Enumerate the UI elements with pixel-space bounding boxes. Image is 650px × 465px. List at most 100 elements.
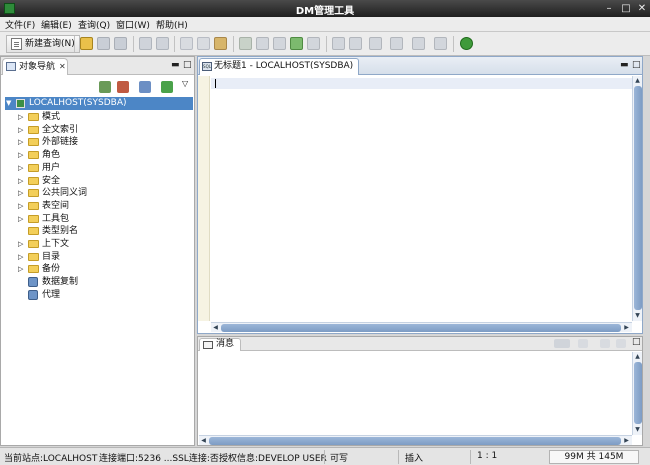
scroll-thumb[interactable] [209,437,621,445]
memory-indicator[interactable]: 99M 共 145M [549,450,639,464]
scroll-down-icon[interactable]: ▼ [633,311,642,320]
scroll-left-icon[interactable]: ◀ [211,323,220,332]
expand-icon[interactable]: ▷ [18,111,23,123]
expand-icon[interactable]: ▷ [18,238,23,250]
editor-vertical-scrollbar[interactable]: ▲ ▼ [632,76,642,321]
scroll-thumb[interactable] [221,324,621,332]
sql-text-area[interactable] [211,77,632,321]
scroll-thumb[interactable] [634,86,642,310]
open-icon[interactable] [80,37,93,50]
collapse-all-icon[interactable] [161,81,173,93]
expand-icon[interactable]: ▷ [18,175,23,187]
message-view-icon[interactable] [554,339,570,348]
new-query-button[interactable]: 新建查询(N) [6,35,80,53]
toolbar-separator [74,36,75,52]
folder-icon [28,189,39,198]
status-port: 连接端口:5236 ...SSL连接:否 [99,454,219,464]
debug-bug-icon[interactable] [460,37,473,50]
paste-icon[interactable] [214,37,227,50]
copy-messages-icon[interactable] [600,339,610,348]
tools-icon[interactable] [434,37,447,50]
explain-icon[interactable] [273,37,286,50]
folder-icon [28,214,39,223]
comment-icon[interactable] [332,37,345,50]
tree-item-label: 代理 [42,289,61,300]
stop-icon[interactable] [307,37,320,50]
copy-icon[interactable] [197,37,210,50]
status-separator [398,450,399,464]
scroll-up-icon[interactable]: ▲ [633,352,642,361]
expand-icon[interactable]: ▷ [18,263,23,275]
status-mode: 可写 [330,454,349,464]
navigator-icon [6,62,16,71]
minimize-button[interactable]: – [602,2,616,15]
window-icon[interactable] [390,37,403,50]
menu-help[interactable]: 帮助(H) [156,18,188,31]
folder-icon [28,125,39,134]
redo-icon[interactable] [156,37,169,50]
tree-item-label: 全文索引 [42,124,79,135]
toolbar-separator [174,36,175,52]
editor-gutter [198,76,210,321]
expand-icon[interactable]: ▷ [18,187,23,199]
new-query-icon [11,38,22,50]
menu-query[interactable]: 查询(Q) [78,18,110,31]
scroll-right-icon[interactable]: ▶ [622,323,631,332]
scroll-thumb[interactable] [634,362,642,424]
uncomment-icon[interactable] [349,37,362,50]
menu-edit[interactable]: 编辑(E) [41,18,72,31]
scroll-right-icon[interactable]: ▶ [622,436,631,445]
maximize-panel-icon[interactable]: □ [183,60,192,70]
collapse-icon[interactable]: ▼ [6,97,11,110]
tree-item-label: 工具包 [42,213,70,224]
execute-icon[interactable] [239,37,252,50]
menu-window[interactable]: 窗口(W) [116,18,150,31]
folder-icon [28,252,39,261]
pin-icon[interactable] [616,339,626,348]
tree-item-label: 安全 [42,175,61,186]
minimize-editor-icon[interactable]: ▬ [620,60,629,70]
maximize-button[interactable]: □ [619,2,633,15]
expand-icon[interactable]: ▷ [18,200,23,212]
save-icon[interactable] [97,37,110,50]
commit-icon[interactable] [290,37,303,50]
messages-icon [203,341,213,349]
scroll-down-icon[interactable]: ▼ [633,425,642,434]
editor-horizontal-scrollbar[interactable]: ◀ ▶ [211,322,632,332]
clear-messages-icon[interactable] [578,339,588,348]
tab-object-navigator[interactable]: 对象导航 ✕ [2,58,68,75]
save-all-icon[interactable] [114,37,127,50]
maximize-editor-icon[interactable]: □ [632,60,641,70]
scroll-up-icon[interactable]: ▲ [633,76,642,85]
toolbar-separator [326,36,327,52]
close-icon[interactable]: ✕ [59,59,66,74]
messages-horizontal-scrollbar[interactable]: ◀ ▶ [199,435,632,445]
scroll-left-icon[interactable]: ◀ [199,436,208,445]
expand-icon[interactable]: ▷ [18,213,23,225]
format-icon[interactable] [369,37,382,50]
undo-icon[interactable] [139,37,152,50]
refresh-icon[interactable] [139,81,151,93]
editor-tab-bar: SQL 无标题1 - LOCALHOST(SYSDBA)✕ ▬ □ [198,57,642,86]
disconnect-icon[interactable] [117,81,129,93]
expand-icon[interactable]: ▷ [18,162,23,174]
messages-vertical-scrollbar[interactable]: ▲ ▼ [632,352,642,435]
tab-editor-untitled1[interactable]: SQL 无标题1 - LOCALHOST(SYSDBA)✕ [199,58,359,86]
connect-icon[interactable] [99,81,111,93]
view-menu-icon[interactable]: ▽ [182,79,188,88]
toolbar-separator [233,36,234,52]
expand-icon[interactable]: ▷ [18,251,23,263]
expand-icon[interactable]: ▷ [18,136,23,148]
messages-panel: 消息 □ ▲ ▼ ◀ ▶ [197,336,643,446]
maximize-messages-icon[interactable]: □ [632,337,641,347]
tab-messages[interactable]: 消息 [199,338,241,351]
cut-icon[interactable] [180,37,193,50]
expand-icon[interactable]: ▷ [18,149,23,161]
execute-plan-icon[interactable] [256,37,269,50]
close-button[interactable]: ✕ [635,2,649,15]
settings-icon[interactable] [412,37,425,50]
tree-root-localhost[interactable]: ▼ LOCALHOST(SYSDBA) [5,97,193,110]
menu-file[interactable]: 文件(F) [5,18,35,31]
minimize-panel-icon[interactable]: ▬ [171,60,180,70]
expand-icon[interactable]: ▷ [18,124,23,136]
